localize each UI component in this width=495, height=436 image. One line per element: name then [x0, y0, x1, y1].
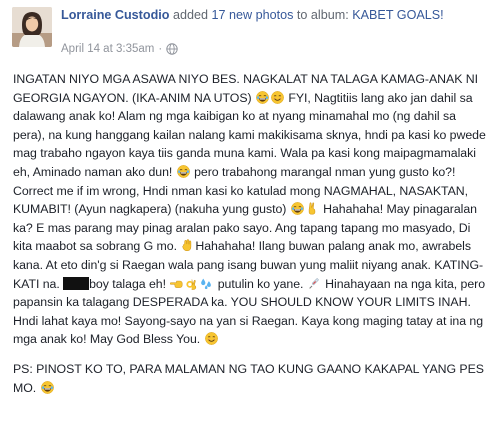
laughing-emoji-icon	[41, 381, 54, 394]
post-body: INGATAN NIYO MGA ASAWA NIYO BES. NAGKALA…	[13, 70, 487, 397]
post-header: Lorraine Custodio added 17 new photos to…	[8, 5, 488, 59]
post-timestamp[interactable]: April 14 at 3:35am	[61, 43, 154, 55]
meta-separator: ·	[158, 43, 163, 55]
smiling-emoji-icon	[205, 332, 218, 345]
globe-icon[interactable]	[166, 43, 178, 55]
ok-hand-icon	[185, 277, 198, 290]
post-paragraph-main: INGATAN NIYO MGA ASAWA NIYO BES. NAGKALA…	[13, 70, 487, 349]
redacted-word	[63, 276, 90, 290]
facebook-post: Lorraine Custodio added 17 new photos to…	[0, 0, 495, 436]
laughing-emoji-icon	[291, 202, 304, 215]
post-text-seg6: boy talaga eh!	[89, 276, 166, 291]
avatar[interactable]	[12, 7, 52, 47]
photo-count-link[interactable]: 17 new photos	[211, 8, 293, 22]
album-link[interactable]: KABET GOALS!	[352, 8, 443, 22]
victory-hand-icon	[306, 202, 319, 215]
post-text-seg7: putulin ko yane.	[214, 276, 304, 291]
syringe-icon	[308, 277, 321, 290]
avatar-photo-icon	[12, 7, 52, 47]
action-prefix: added	[169, 8, 212, 22]
post-header-text: Lorraine Custodio added 17 new photos to…	[61, 7, 486, 24]
post-text-ps: PS: PINOST KO TO, PARA MALAMAN NG TAO KU…	[13, 361, 484, 395]
laughing-emoji-icon	[256, 91, 269, 104]
sweat-droplets-icon	[200, 277, 213, 290]
author-name[interactable]: Lorraine Custodio	[61, 8, 169, 22]
post-paragraph-ps: PS: PINOST KO TO, PARA MALAMAN NG TAO KU…	[13, 360, 487, 397]
action-suffix: to album:	[293, 8, 353, 22]
smiling-emoji-icon	[271, 91, 284, 104]
laughing-emoji-icon	[177, 165, 190, 178]
post-meta: April 14 at 3:35am ·	[61, 43, 178, 55]
raised-hand-icon	[181, 239, 194, 252]
pointing-hand-icon	[170, 277, 183, 290]
